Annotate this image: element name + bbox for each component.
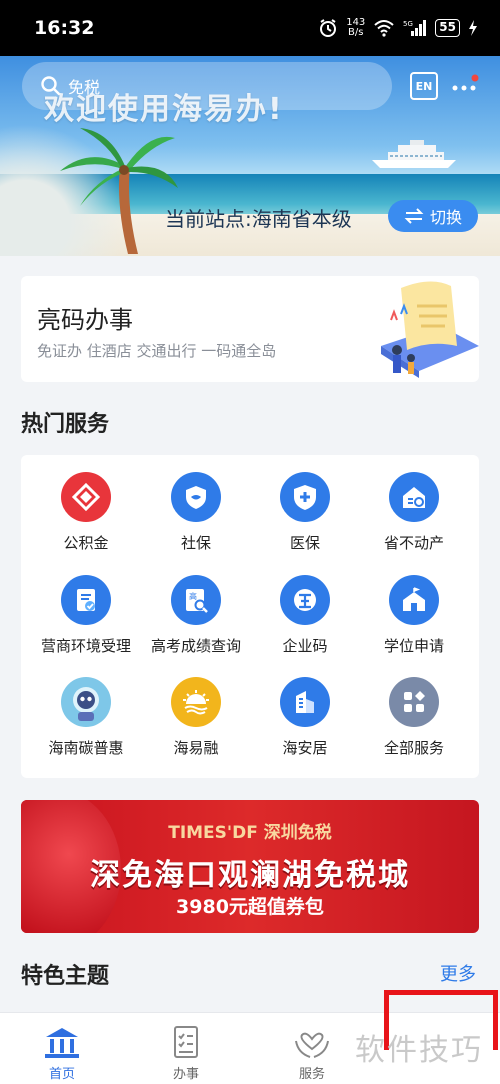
business-environment-icon [61, 575, 111, 625]
enterprise-code-icon [280, 575, 330, 625]
signal-icon: 5G [403, 20, 427, 36]
more-menu-icon[interactable] [450, 74, 480, 98]
duty-free-ad-banner[interactable]: TIMES'DF 深圳免税 深免海口观澜湖免税城 3980元超值券包 [21, 800, 479, 933]
ad-title: 深免海口观澜湖免税城 [90, 858, 410, 893]
service-label: 营商环境受理 [40, 637, 131, 655]
wifi-icon [374, 20, 394, 37]
service-enterprise-code[interactable]: 企业码 [250, 575, 360, 656]
service-label: 海南碳普惠 [48, 739, 124, 757]
current-station: 当前站点:海南省本级 [165, 207, 352, 231]
switch-label: 切换 [429, 208, 462, 227]
social-security-icon [171, 472, 221, 522]
welcome-text: 欢迎使用海易办! [44, 92, 284, 127]
net-speed-unit: B/s [348, 27, 364, 38]
service-label: 海安居 [282, 739, 328, 757]
exam-score-icon: 高 [171, 575, 221, 625]
palm-tree-illustration [60, 128, 178, 254]
service-label: 医保 [289, 534, 320, 552]
service-housing-fund[interactable]: 公积金 [31, 472, 141, 553]
status-time: 16:32 [34, 17, 95, 39]
service-label: 社保 [180, 534, 211, 552]
featured-more-link[interactable]: 更多 [440, 960, 476, 986]
home-icon [45, 1028, 79, 1058]
service-real-estate[interactable]: 省不动产 [359, 472, 469, 553]
code-illustration [381, 281, 479, 378]
service-carbon-benefit[interactable]: 海南碳普惠 [31, 677, 141, 758]
service-label: 高考成绩查询 [150, 637, 241, 655]
service-degree-application[interactable]: 学位申请 [359, 575, 469, 656]
code-card-subtitle: 免证办 住酒店 交通出行 一码通全岛 [37, 342, 277, 360]
carbon-mascot-icon [61, 677, 111, 727]
service-medical-insurance[interactable]: 医保 [250, 472, 360, 553]
charging-icon [469, 20, 477, 36]
notification-dot [471, 74, 479, 82]
all-services-icon [389, 677, 439, 727]
nav-label: 首页 [48, 1067, 75, 1082]
svg-text:高: 高 [189, 591, 197, 601]
nav-affairs[interactable]: 办事 [146, 1025, 226, 1082]
code-card-title: 亮码办事 [37, 306, 133, 334]
status-icons: 143 B/s 5G 55 [318, 18, 478, 38]
real-estate-icon [389, 472, 439, 522]
nav-label: 服务 [298, 1067, 325, 1082]
net-speed: 143 B/s [346, 18, 365, 38]
service-label: 全部服务 [383, 739, 444, 757]
service-haianju[interactable]: 海安居 [250, 677, 360, 758]
service-label: 省不动产 [383, 534, 444, 552]
sun-finance-icon [171, 677, 221, 727]
nav-home[interactable]: 首页 [22, 1025, 102, 1082]
school-degree-icon [389, 575, 439, 625]
hot-services-title: 热门服务 [21, 412, 110, 437]
building-icon [280, 677, 330, 727]
service-label: 学位申请 [383, 637, 444, 655]
service-exam-score[interactable]: 高 高考成绩查询 [141, 575, 251, 656]
alarm-icon [320, 19, 337, 37]
cruise-ship-illustration [372, 140, 456, 168]
nav-services[interactable]: 服务 [272, 1025, 352, 1082]
hot-services-grid: 公积金 社保 医保 省不动产 营商环境受理 高 高考成绩查询 企业码 学位申请 … [21, 455, 479, 778]
service-label: 企业码 [282, 637, 328, 655]
heart-hands-icon [295, 1032, 329, 1058]
medical-insurance-icon [280, 472, 330, 522]
signal-label: 5G [403, 20, 413, 28]
ad-brand: TIMES'DF 深圳免税 [168, 823, 332, 843]
swap-arrows-icon [404, 208, 424, 224]
ad-subtitle: 3980元超值券包 [176, 896, 324, 918]
watermark-text: 软件技巧 [355, 1033, 483, 1068]
housing-fund-icon [61, 472, 111, 522]
battery-indicator: 55 [435, 19, 460, 37]
service-all-services[interactable]: 全部服务 [359, 677, 469, 758]
language-button[interactable]: EN [410, 72, 438, 100]
nav-label: 办事 [172, 1067, 199, 1082]
service-business-environment[interactable]: 营商环境受理 [31, 575, 141, 656]
switch-station-button[interactable]: 切换 [388, 200, 478, 232]
featured-title: 特色主题 [21, 964, 110, 989]
service-label: 公积金 [63, 534, 109, 552]
show-code-card[interactable]: 亮码办事 免证办 住酒店 交通出行 一码通全岛 [21, 276, 479, 382]
service-haiyirong[interactable]: 海易融 [141, 677, 251, 758]
service-label: 海易融 [173, 739, 219, 757]
status-bar: 16:32 143 B/s 5G 55 [0, 0, 500, 56]
checklist-icon [174, 1026, 198, 1058]
header-banner: 免税 欢迎使用海易办! EN 当前站点:海南省本级 切换 [0, 56, 500, 256]
service-social-security[interactable]: 社保 [141, 472, 251, 553]
